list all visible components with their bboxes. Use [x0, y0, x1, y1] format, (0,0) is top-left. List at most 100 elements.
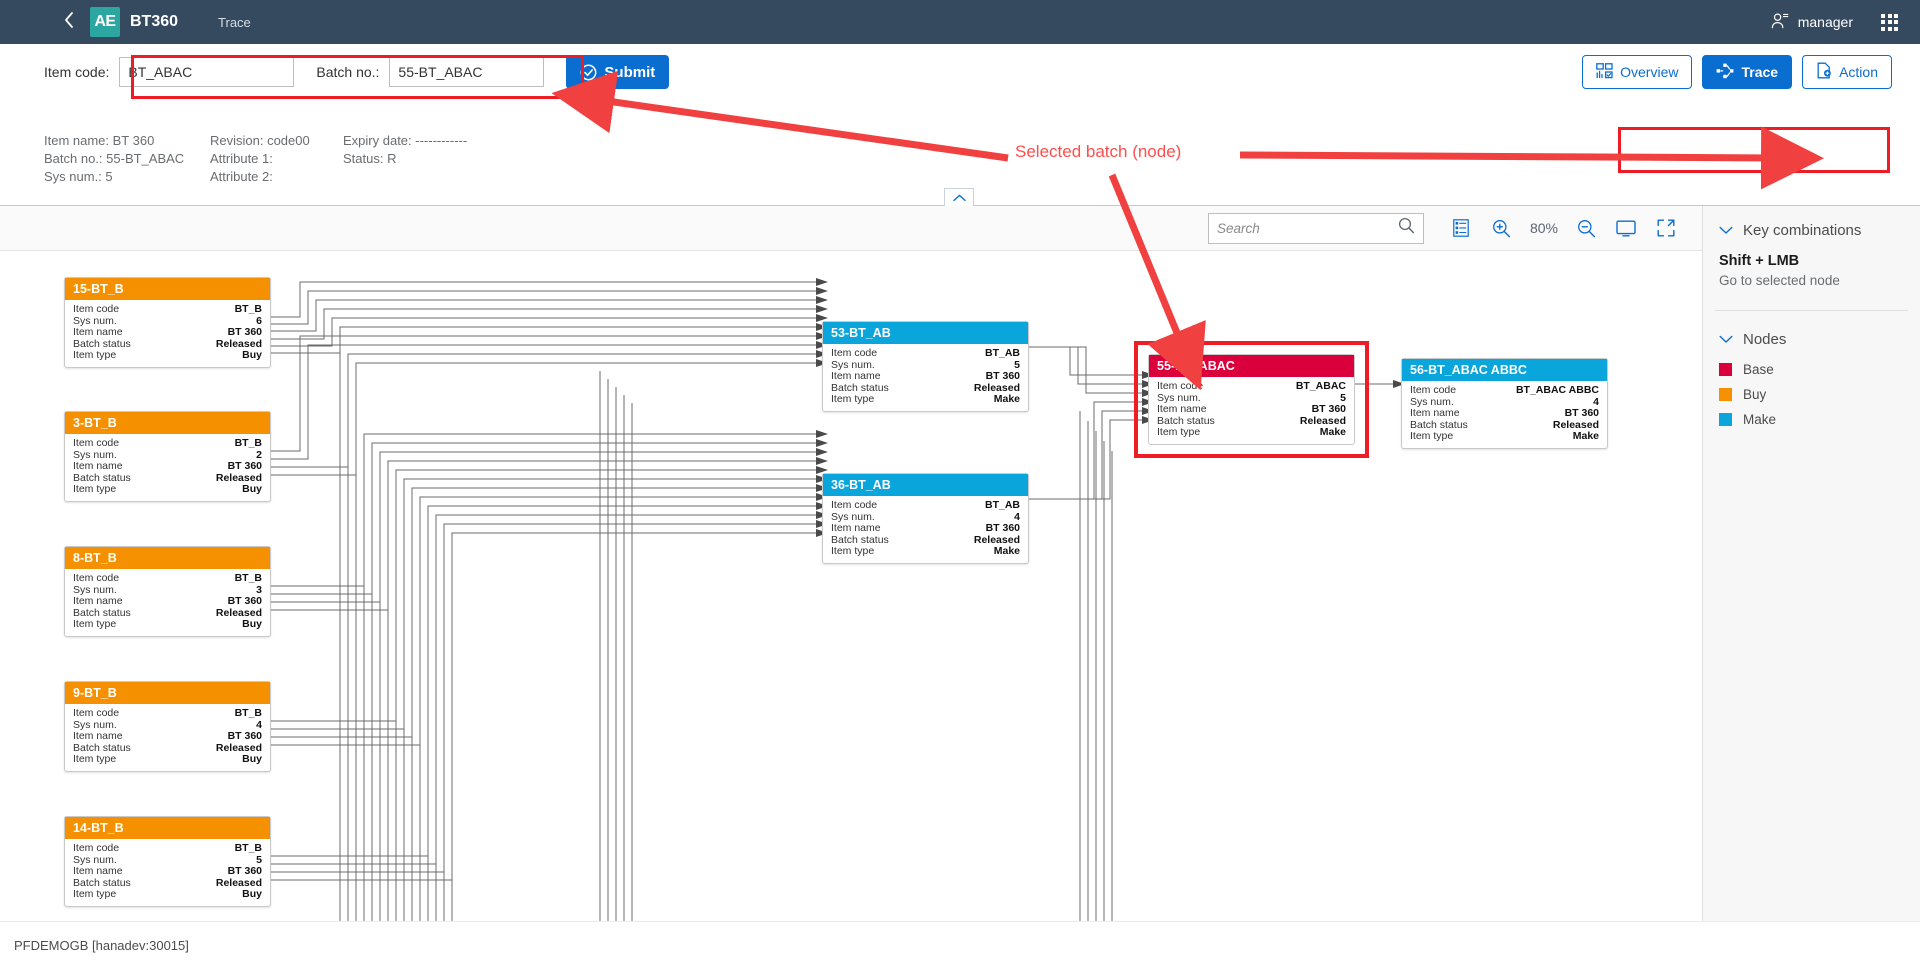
node-field-value: BT_B [235, 304, 262, 316]
item-info-strip: Item name: BT 360 Batch no.: 55-BT_ABAC … [0, 100, 1920, 190]
node-title: 3-BT_B [65, 412, 270, 434]
user-menu[interactable]: manager [1771, 12, 1853, 33]
node-title: 55-BT_ABAC [1149, 355, 1354, 377]
collapse-header-button[interactable] [944, 188, 974, 206]
graph-node-56-bt-abac-abbc[interactable]: 56-BT_ABAC ABBCItem codeBT_ABAC ABBCSys … [1401, 358, 1608, 449]
node-field-row: Item typeBuy [73, 619, 262, 631]
legend-item-buy[interactable]: Buy [1703, 387, 1920, 402]
overview-icon [1596, 63, 1613, 82]
node-field-row: Item typeMake [1410, 431, 1599, 443]
node-field-key: Item code [73, 843, 119, 855]
zoom-out-icon[interactable] [1568, 210, 1604, 246]
batch-no-label: Batch no.: [316, 64, 379, 80]
legend-item-make[interactable]: Make [1703, 412, 1920, 427]
submit-button[interactable]: Submit [566, 55, 669, 89]
node-field-row: Item typeMake [831, 546, 1020, 558]
node-field-key: Item code [73, 438, 119, 450]
status-bar: PFDEMOGB [hanadev:30015] [0, 921, 1920, 969]
info-sys-num: Sys num.: 5 [44, 168, 210, 186]
node-field-row: Item codeBT_ABAC [1157, 381, 1346, 393]
node-field-row: Item codeBT_B [73, 573, 262, 585]
item-code-input[interactable] [119, 57, 294, 87]
node-field-row: Item type Buy [73, 484, 262, 496]
search-box[interactable] [1208, 213, 1424, 244]
key-combinations-title: Key combinations [1743, 222, 1861, 239]
app-grid-icon[interactable] [1881, 14, 1898, 31]
annotation-label: Selected batch (node) [1015, 142, 1181, 162]
list-view-icon[interactable] [1444, 210, 1480, 246]
graph-node-55-bt-abac[interactable]: 55-BT_ABACItem codeBT_ABACSys num.5Item … [1148, 354, 1355, 445]
node-field-key: Item code [1410, 385, 1456, 397]
info-attribute-2: Attribute 2: [210, 168, 343, 186]
node-body: Item codeBT_ABSys num.5Item nameBT 360Ba… [823, 344, 1028, 411]
node-field-value: Buy [242, 484, 262, 496]
node-field-key: Item code [1157, 381, 1203, 393]
info-column-3: Expiry date: ------------ Status: R [343, 132, 503, 186]
legend-label: Base [1743, 362, 1774, 377]
node-field-row: Item codeBT_B [73, 843, 262, 855]
node-field-key: Item code [73, 304, 119, 316]
fullscreen-icon[interactable] [1648, 210, 1684, 246]
info-expiry-date: Expiry date: ------------ [343, 132, 503, 150]
graph-node-53-bt-ab[interactable]: 53-BT_ABItem codeBT_ABSys num.5Item name… [822, 321, 1029, 412]
legend-item-base[interactable]: Base [1703, 362, 1920, 377]
node-title: 53-BT_AB [823, 322, 1028, 344]
legend-label: Make [1743, 412, 1776, 427]
user-icon [1771, 12, 1789, 33]
node-field-row: Item codeBT_B [73, 708, 262, 720]
graph-node-14-bt-b[interactable]: 14-BT_BItem codeBT_BSys num.5Item nameBT… [64, 816, 271, 907]
node-body: Item codeBT_BSys num.6Item nameBT 360Bat… [65, 300, 270, 367]
legend-color-swatch [1719, 388, 1732, 401]
node-field-value: Buy [242, 619, 262, 631]
search-input[interactable] [1217, 221, 1398, 236]
legend-color-swatch [1719, 363, 1732, 376]
fit-to-screen-icon[interactable] [1608, 210, 1644, 246]
search-icon[interactable] [1398, 217, 1415, 239]
node-field-value: Buy [242, 350, 262, 362]
node-field-value: BT_B [235, 438, 262, 450]
action-button[interactable]: Action [1802, 55, 1892, 89]
nodes-legend-title: Nodes [1743, 331, 1786, 348]
nodes-legend-list: Base Buy Make [1703, 362, 1920, 427]
node-field-row: Item typeMake [831, 394, 1020, 406]
mode-button-group: Overview Trace [1582, 55, 1920, 89]
graph-node-36-bt-ab[interactable]: 36-BT_ABItem codeBT_ABSys num.4Item name… [822, 473, 1029, 564]
trace-button[interactable]: Trace [1702, 55, 1792, 89]
node-field-value: Buy [242, 889, 262, 901]
node-field-key: Item code [73, 708, 119, 720]
key-combination-description: Go to selected node [1703, 273, 1920, 288]
legend-label: Buy [1743, 387, 1766, 402]
breadcrumb-trace[interactable]: Trace [218, 15, 251, 30]
legend-panel: Key combinations Shift + LMB Go to selec… [1702, 206, 1920, 921]
chevron-left-icon [63, 11, 75, 34]
submit-label: Submit [604, 64, 655, 81]
node-field-key: Item type [73, 889, 116, 901]
node-field-key: Item type [73, 484, 116, 496]
zoom-in-icon[interactable] [1484, 210, 1520, 246]
search-form-bar: Item code: Batch no.: Submit [0, 44, 1920, 100]
graph-node-8-bt-b[interactable]: 8-BT_BItem codeBT_BSys num.3Item nameBT … [64, 546, 271, 637]
trace-icon [1716, 63, 1734, 82]
info-batch-no: Batch no.: 55-BT_ABAC [44, 150, 210, 168]
item-code-label: Item code: [44, 64, 109, 80]
graph-node-3-bt-b[interactable]: 3-BT_BItem codeBT_BSys num.2Item nameBT … [64, 411, 271, 502]
batch-no-input[interactable] [389, 57, 544, 87]
node-field-row: Item typeBuy [73, 754, 262, 766]
node-field-key: Item type [73, 350, 116, 362]
nodes-legend-header[interactable]: Nodes [1703, 331, 1920, 348]
info-item-name: Item name: BT 360 [44, 132, 210, 150]
node-field-value: BT_B [235, 573, 262, 585]
action-icon [1816, 62, 1832, 82]
node-title: 14-BT_B [65, 817, 270, 839]
back-button[interactable] [48, 0, 90, 44]
node-body: Item codeBT_BSys num.4Item nameBT 360Bat… [65, 704, 270, 771]
legend-color-swatch [1719, 413, 1732, 426]
key-combinations-header[interactable]: Key combinations [1703, 222, 1920, 239]
overview-button[interactable]: Overview [1582, 55, 1692, 89]
panel-divider [1715, 310, 1908, 311]
node-title: 15-BT_B [65, 278, 270, 300]
node-body: Item codeBT_ABAC ABBCSys num.4Item nameB… [1402, 381, 1607, 448]
graph-node-9-bt-b[interactable]: 9-BT_BItem codeBT_BSys num.4Item nameBT … [64, 681, 271, 772]
graph-node-15-bt-b[interactable]: 15-BT_BItem codeBT_BSys num.6Item nameBT… [64, 277, 271, 368]
trace-graph-canvas[interactable]: 15-BT_BItem codeBT_BSys num.6Item nameBT… [0, 251, 1702, 921]
